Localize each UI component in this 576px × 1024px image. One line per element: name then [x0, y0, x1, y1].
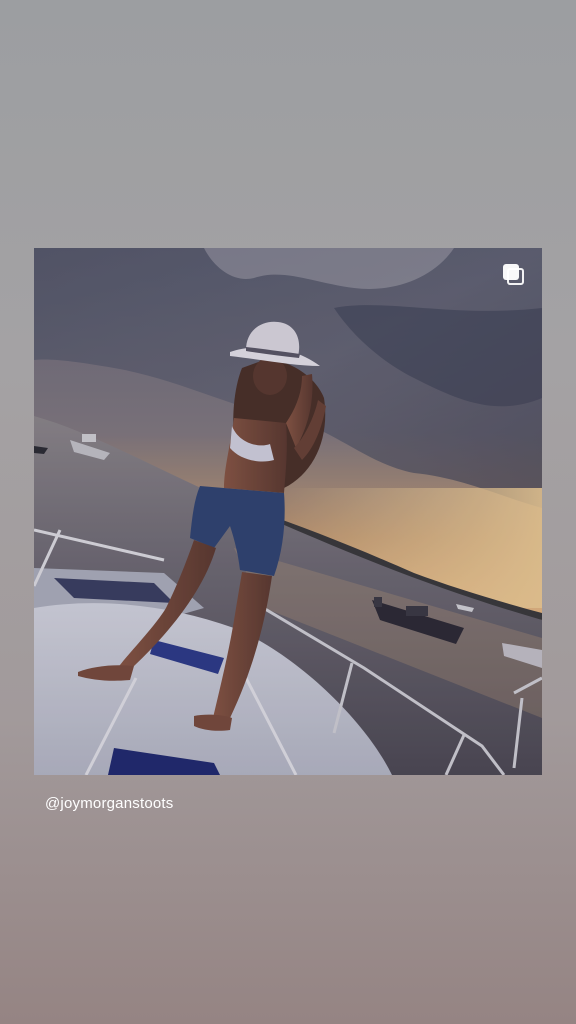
shared-post-card[interactable]	[34, 248, 542, 775]
story-screen: @joymorganstoots	[0, 0, 576, 1024]
carousel-front-square	[503, 264, 519, 280]
post-author-username[interactable]: @joymorganstoots	[45, 795, 173, 812]
post-photo	[34, 248, 542, 775]
carousel-multiple-icon[interactable]	[503, 264, 527, 288]
